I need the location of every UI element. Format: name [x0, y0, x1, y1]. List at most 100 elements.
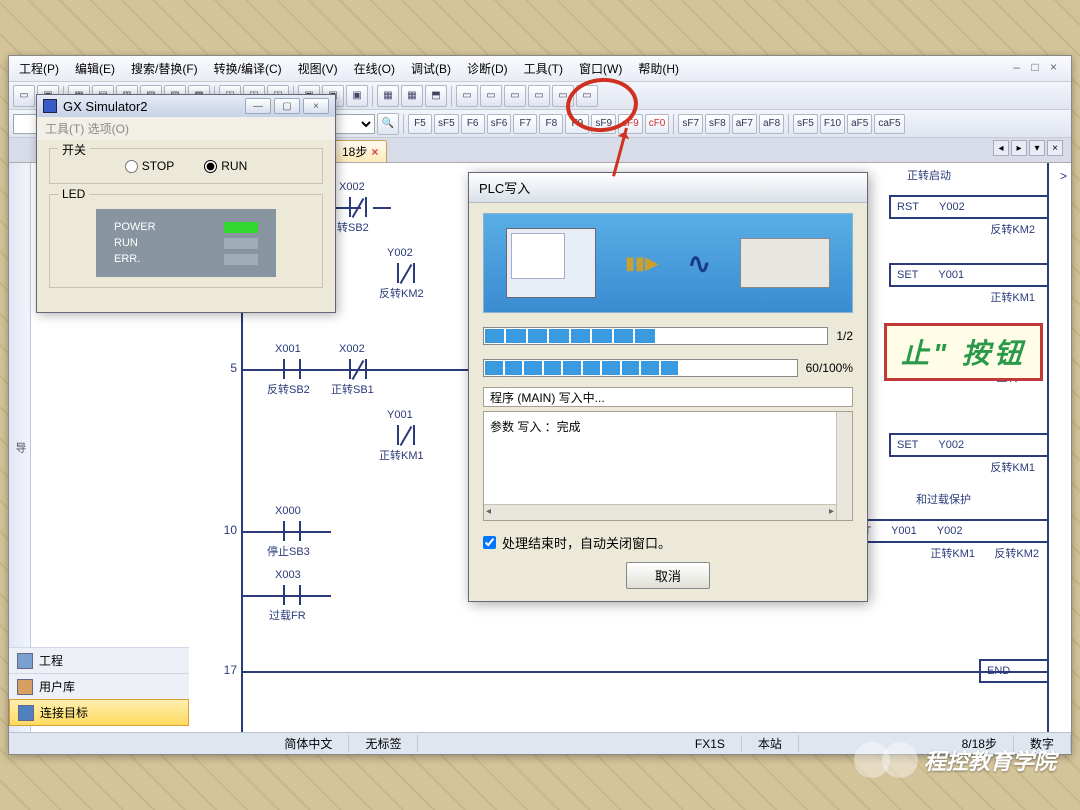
tb-fkey[interactable]: sF6	[487, 114, 512, 134]
sim-titlebar[interactable]: GX Simulator2 — ▢ ×	[37, 95, 335, 117]
contact-addr: X000	[275, 505, 301, 517]
tb-fkey[interactable]: sF5	[793, 114, 818, 134]
tb-fkey[interactable]: sF7	[678, 114, 703, 134]
radio-run[interactable]: RUN	[204, 159, 247, 173]
menu-online[interactable]: 在线(O)	[350, 58, 399, 79]
cancel-button[interactable]: 取消	[626, 562, 710, 589]
coil-output: RSTY002	[889, 195, 1049, 219]
coil-label: 反转KM2	[994, 545, 1039, 561]
folder-icon	[17, 679, 33, 695]
contact-nc[interactable]	[391, 425, 421, 445]
tb-fkey[interactable]: F6	[461, 114, 485, 134]
sim-menu-bar[interactable]: 工具(T) 选项(O)	[37, 117, 335, 140]
coil-label: 反转KM1	[990, 459, 1035, 475]
coil-output: SETY002	[889, 433, 1049, 457]
tb-fkey[interactable]: aF5	[847, 114, 872, 134]
minimize-icon[interactable]: —	[245, 98, 271, 114]
tb-fkey[interactable]: caF5	[874, 114, 904, 134]
auto-close-checkbox[interactable]: 处理结束时，自动关闭窗口。	[483, 533, 853, 552]
contact-label: 停止SB3	[267, 543, 310, 559]
contact-nc[interactable]	[343, 197, 373, 217]
close-icon[interactable]: ×	[303, 98, 329, 114]
tb-fkey[interactable]: F10	[820, 114, 845, 134]
progress-bar-2	[483, 359, 798, 377]
tb-btn[interactable]: ▭	[456, 85, 478, 107]
scrollbar-v[interactable]	[836, 412, 852, 520]
tb-write-icon[interactable]: ⬒	[425, 85, 447, 107]
tab-close-all-icon[interactable]: ×	[1047, 140, 1063, 156]
tab-next-icon[interactable]: ▸	[1011, 140, 1027, 156]
contact-nc[interactable]	[343, 359, 373, 379]
tb-btn[interactable]: ▭	[480, 85, 502, 107]
rung-number: 17	[203, 663, 237, 677]
menu-debug[interactable]: 调试(B)	[407, 58, 455, 79]
menu-find[interactable]: 搜索/替换(F)	[127, 58, 202, 79]
status-lang: 简体中文	[268, 735, 349, 752]
plc-status-text: 程序 (MAIN) 写入中...	[483, 387, 853, 407]
tb-fkey[interactable]: sF5	[434, 114, 459, 134]
menu-compile[interactable]: 转换/编译(C)	[210, 58, 286, 79]
contact-no[interactable]	[277, 521, 307, 541]
menu-edit[interactable]: 编辑(E)	[71, 58, 119, 79]
nav-userlib[interactable]: 用户库	[9, 673, 189, 699]
coil-output: STY001Y002	[849, 519, 1049, 543]
folder-icon	[17, 653, 33, 669]
plc-device-icon	[740, 238, 830, 288]
tb-fkey[interactable]: aF7	[732, 114, 757, 134]
sim-title-text: GX Simulator2	[63, 99, 148, 114]
contact-no[interactable]	[277, 585, 307, 605]
contact-addr: X002	[339, 181, 365, 193]
window-controls[interactable]: – □ ×	[1009, 58, 1065, 79]
contact-no[interactable]	[277, 359, 307, 379]
contact-label: 正转KM1	[379, 447, 424, 463]
err-led	[224, 254, 258, 265]
tab-close-icon[interactable]: ×	[371, 145, 378, 159]
scroll-indicator: >	[1060, 169, 1067, 183]
plc-transfer-graphic: ▮▮▶ ∿	[483, 213, 853, 313]
scrollbar-h[interactable]: ◂▸	[484, 504, 836, 520]
plc-titlebar[interactable]: PLC写入	[469, 173, 867, 203]
radio-stop[interactable]: STOP	[125, 159, 174, 173]
led-label: ERR.	[114, 253, 140, 265]
nav-project[interactable]: 工程	[9, 647, 189, 673]
tab-prev-icon[interactable]: ◂	[993, 140, 1009, 156]
tb-sim-icon[interactable]: ▦	[401, 85, 423, 107]
led-panel: POWER RUN ERR.	[96, 209, 276, 277]
tb-fkey[interactable]: F7	[513, 114, 537, 134]
led-label: RUN	[114, 237, 138, 249]
progress-bar-1	[483, 327, 828, 345]
tb-btn[interactable]: ▭	[504, 85, 526, 107]
plc-log[interactable]: 参数 写入 ：完成 ◂▸	[483, 411, 853, 521]
document-tab[interactable]: 18步 ×	[333, 140, 387, 162]
plc-write-dialog: PLC写入 ▮▮▶ ∿ 1/2 60/100% 程序 (MAIN) 写入中...	[468, 172, 868, 602]
contact-nc[interactable]	[391, 263, 421, 283]
menu-help[interactable]: 帮助(H)	[634, 58, 683, 79]
tb-fkey[interactable]: F5	[408, 114, 432, 134]
led-label: POWER	[114, 221, 156, 233]
tb-btn[interactable]: ▭	[528, 85, 550, 107]
menu-diagnose[interactable]: 诊断(D)	[463, 58, 512, 79]
tb-fkey[interactable]: sF8	[705, 114, 730, 134]
tab-menu-icon[interactable]: ▾	[1029, 140, 1045, 156]
tb-fkey[interactable]: aF8	[759, 114, 784, 134]
maximize-icon[interactable]: ▢	[274, 98, 300, 114]
tb-fkey[interactable]: cF0	[645, 114, 670, 134]
app-icon	[43, 99, 57, 113]
menu-window[interactable]: 窗口(W)	[575, 58, 626, 79]
tb-sim-icon[interactable]: ▦	[377, 85, 399, 107]
tb-btn[interactable]: ▣	[346, 85, 368, 107]
watermark: 程控教育学院	[854, 742, 1056, 778]
monitor-icon	[18, 705, 34, 721]
coil-end: END	[979, 659, 1049, 683]
switch-group: 开关 STOP RUN	[49, 148, 323, 184]
tb-fkey[interactable]: F8	[539, 114, 563, 134]
checkbox-input[interactable]	[483, 536, 496, 549]
tb-search-icon[interactable]: 🔍	[377, 113, 399, 135]
menu-project[interactable]: 工程(P)	[15, 58, 63, 79]
contact-label: 转SB2	[337, 219, 369, 235]
nav-connection[interactable]: 连接目标	[9, 699, 189, 726]
menu-tools[interactable]: 工具(T)	[520, 58, 567, 79]
menu-view[interactable]: 视图(V)	[294, 58, 342, 79]
tb-new-icon[interactable]: ▭	[13, 85, 35, 107]
coil-label: 正转KM1	[930, 545, 975, 561]
